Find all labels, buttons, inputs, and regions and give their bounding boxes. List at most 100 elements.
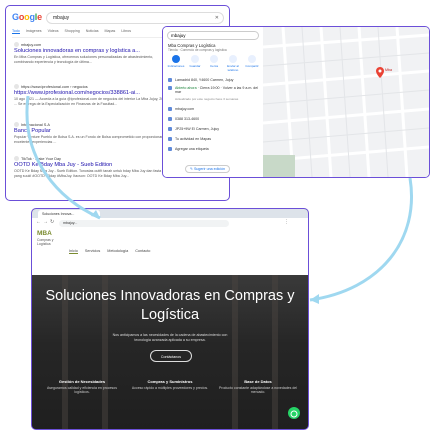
- feature-desc: Acceso rápido a múltiples proveedores y …: [131, 386, 209, 390]
- hours-note-row: Actualizado por este negocio hace 3 sema…: [168, 97, 260, 101]
- contact-button[interactable]: Contáctanos: [150, 350, 192, 362]
- feature-title: Compras y Suministros: [147, 379, 193, 384]
- place-action-button[interactable]: Indicaciones: [167, 55, 185, 68]
- favicon-icon: [14, 42, 19, 47]
- place-panel: mbajuy Mba Compras y Logística Tienda · …: [163, 27, 263, 177]
- tab-noticias[interactable]: Noticias: [86, 29, 99, 33]
- result-snippet: 10 ago 2021 — Acceda a la guía @iprofesi…: [14, 97, 168, 106]
- label-text: Agregar una etiqueta: [175, 147, 209, 151]
- search-query: mbajuy: [53, 15, 70, 21]
- action-label: Guardar: [189, 64, 201, 68]
- hero-title: Soluciones Innovadoras en Compras y Logí…: [45, 288, 295, 323]
- arrow-maps-to-site: [309, 177, 413, 302]
- result-title-link[interactable]: Soluciones innovadoras en compras y logí…: [14, 48, 169, 54]
- place-subtitle: Tienda · Comercio de compras y logística: [168, 48, 227, 52]
- feature-card: Base de Datos Producto constante adaptánd…: [218, 379, 298, 395]
- phone-text: 0388 313-4600: [175, 117, 200, 121]
- phone-icon: [168, 117, 172, 122]
- tab-mapas[interactable]: Mapas: [105, 29, 116, 33]
- label-icon: [168, 147, 172, 152]
- suggest-edit-button[interactable]: ✎ Sugerir una edición: [185, 165, 230, 173]
- favicon-icon: [14, 122, 19, 127]
- location-icon: [168, 78, 172, 83]
- result-site: mbajuy.com: [14, 42, 169, 47]
- forward-icon[interactable]: →: [43, 219, 48, 225]
- search-result: https://www.iprofesional.com › negocios h…: [14, 84, 169, 106]
- site-menu-item[interactable]: Inicio: [69, 249, 78, 254]
- place-action-button[interactable]: Guardar: [186, 55, 204, 68]
- feature-title: Base de Datos: [244, 379, 272, 384]
- plus-code-text: JP25+9W El Carmen, Jujuy: [175, 127, 220, 131]
- place-action-button[interactable]: Compartir: [243, 55, 261, 68]
- address-text: Lamadrid 840, Y4600 Carmen, Jujuy: [175, 78, 234, 82]
- result-snippet: Popular Venture Pueblo de Bolsa S.A. es …: [14, 135, 163, 144]
- menu-icon[interactable]: ⋮: [284, 219, 289, 225]
- logo-text: MBA: [37, 230, 52, 237]
- url-input[interactable]: mbajuy...: [59, 220, 229, 227]
- tab-imágenes[interactable]: Imágenes: [26, 29, 42, 33]
- tab-shopping[interactable]: Shopping: [65, 29, 80, 33]
- hero-description: Nos anticipamos a las necesidades de la …: [112, 333, 228, 342]
- google-logo-letter: e: [37, 12, 42, 22]
- action-label: Compartir: [245, 64, 259, 68]
- history-icon: [168, 137, 172, 142]
- browser-tab[interactable]: Soluciones Innova...: [38, 210, 100, 218]
- tab-todo[interactable]: Todo: [12, 29, 20, 34]
- clear-icon[interactable]: ✕: [215, 13, 219, 23]
- feature-title: Gestión de Necesidades: [58, 379, 106, 384]
- site-menu-item[interactable]: Metodología: [107, 249, 128, 253]
- site-logo[interactable]: MBA Compras y Logística: [37, 230, 61, 246]
- suggest-edit-label: Sugerir una edición: [194, 167, 225, 171]
- activity-row[interactable]: Tu actividad en Mapas: [168, 137, 260, 142]
- label-row[interactable]: Agregar una etiqueta: [168, 147, 260, 152]
- action-icon: [191, 55, 199, 63]
- address-row[interactable]: Lamadrid 840, Y4600 Carmen, Jujuy: [168, 78, 260, 83]
- action-label: Indicaciones: [167, 64, 185, 68]
- result-title-link[interactable]: OOTD Ke Bday Mba Juy - Sueb Edition: [14, 162, 169, 168]
- result-site-text: Internacional S.A: [21, 122, 50, 127]
- action-icon: [172, 55, 180, 63]
- reload-icon[interactable]: ↻: [50, 219, 54, 225]
- maps-search-input[interactable]: mbajuy: [167, 31, 259, 40]
- place-action-button[interactable]: Enviar al teléfono: [224, 55, 242, 72]
- search-result: Internacional S.A Banco Popular Popular Ve…: [14, 122, 169, 144]
- map-canvas[interactable]: Mba: [263, 27, 429, 177]
- result-title-link[interactable]: Banco Popular: [14, 128, 169, 134]
- search-result: TikTok · Make Your Day OOTD Ke Bday Mba J…: [14, 156, 169, 178]
- favicon-icon: [14, 84, 19, 89]
- hero-section: Soluciones Innovadoras en Compras y Logí…: [32, 275, 308, 429]
- action-label: Cerca: [209, 64, 218, 68]
- site-menu-item[interactable]: Contacto: [135, 249, 150, 253]
- result-site: https://www.iprofesional.com › negocios: [14, 84, 169, 89]
- result-title-link[interactable]: https://www.iprofesional.com/negocios/33…: [14, 90, 169, 96]
- map-thumbnail[interactable]: [263, 155, 295, 177]
- globe-icon: [168, 107, 172, 112]
- search-input[interactable]: mbajuy ✕: [46, 12, 224, 24]
- result-site-text: mbajuy.com: [21, 42, 42, 47]
- plus-code-row[interactable]: JP25+9W El Carmen, Jujuy: [168, 127, 260, 132]
- feature-card: Gestión de Necesidades Aseguramos calidad…: [42, 379, 122, 395]
- result-snippet: En Mba Compras y Logística, ofrecemos so…: [14, 55, 154, 64]
- result-site: TikTok · Make Your Day: [14, 156, 169, 161]
- tab-videos[interactable]: Videos: [48, 29, 59, 33]
- browser-tab-bar: Soluciones Innova...: [32, 209, 308, 218]
- activity-text: Tu actividad en Mapas: [175, 137, 212, 141]
- plus-code-icon: [168, 127, 172, 132]
- maps-window: mbajuy Mba Compras y Logística Tienda · …: [162, 26, 430, 178]
- feature-desc: Producto constante adaptándose a novedad…: [218, 386, 298, 395]
- site-header: MBA Compras y Logística Inicio Servicios M…: [32, 229, 308, 275]
- favicon-icon: [14, 156, 19, 161]
- place-action-button[interactable]: Cerca: [205, 55, 223, 68]
- whatsapp-icon[interactable]: [288, 407, 300, 419]
- website-row[interactable]: mbajuy.com: [168, 107, 260, 112]
- phone-row[interactable]: 0388 313-4600: [168, 117, 260, 122]
- hours-row[interactable]: Abierto ahora · Cierra 19:00 · Volver a …: [168, 86, 260, 94]
- tab-libros[interactable]: Libros: [121, 29, 131, 33]
- feature-desc: Aseguramos calidad y eficiencia en proce…: [46, 386, 118, 395]
- result-snippet: OOTD Ke Bday Mba Juy - Sueb Edition. Ton…: [14, 169, 162, 178]
- site-menu-item[interactable]: Servicios: [85, 249, 100, 253]
- map-pin-icon[interactable]: [376, 65, 384, 83]
- back-icon[interactable]: ←: [36, 219, 41, 225]
- result-site-text: TikTok · Make Your Day: [21, 156, 61, 161]
- browser-window: Soluciones Innova... ← → ↻ mbajuy... ⋮ M…: [31, 208, 309, 430]
